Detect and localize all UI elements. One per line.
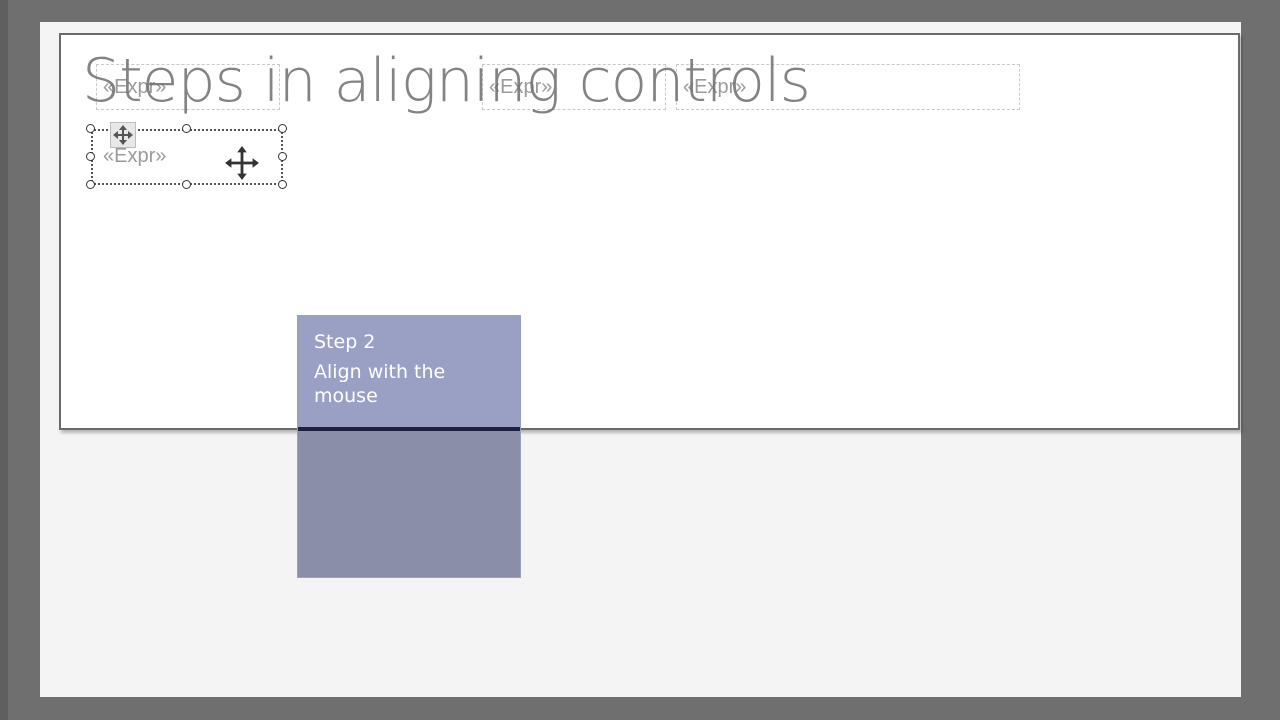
resize-handle-bottom-right[interactable] xyxy=(278,180,287,189)
expr-field-1[interactable]: «Expr» xyxy=(96,64,280,110)
resize-handle-top-left[interactable] xyxy=(86,124,95,133)
resize-handle-top-right[interactable] xyxy=(278,124,287,133)
resize-handle-middle-right[interactable] xyxy=(278,152,287,161)
resize-handle-bottom-left[interactable] xyxy=(86,180,95,189)
left-edge-strip xyxy=(0,0,8,720)
resize-handle-bottom-middle[interactable] xyxy=(182,180,191,189)
four-arrow-move-icon[interactable] xyxy=(110,122,136,148)
resize-handle-middle-left[interactable] xyxy=(86,152,95,161)
expr-field-3[interactable]: «Expr» xyxy=(676,64,1020,110)
callout-body-panel xyxy=(298,431,520,577)
expr-field-2[interactable]: «Expr» xyxy=(482,64,666,110)
callout-description: Align with the mouse xyxy=(314,361,446,407)
resize-handle-top-middle[interactable] xyxy=(182,124,191,133)
callout-step-label: Step 2 xyxy=(314,331,376,353)
step-callout: Step 2 Align with the mouse xyxy=(297,315,521,578)
move-cursor-icon xyxy=(222,143,262,183)
